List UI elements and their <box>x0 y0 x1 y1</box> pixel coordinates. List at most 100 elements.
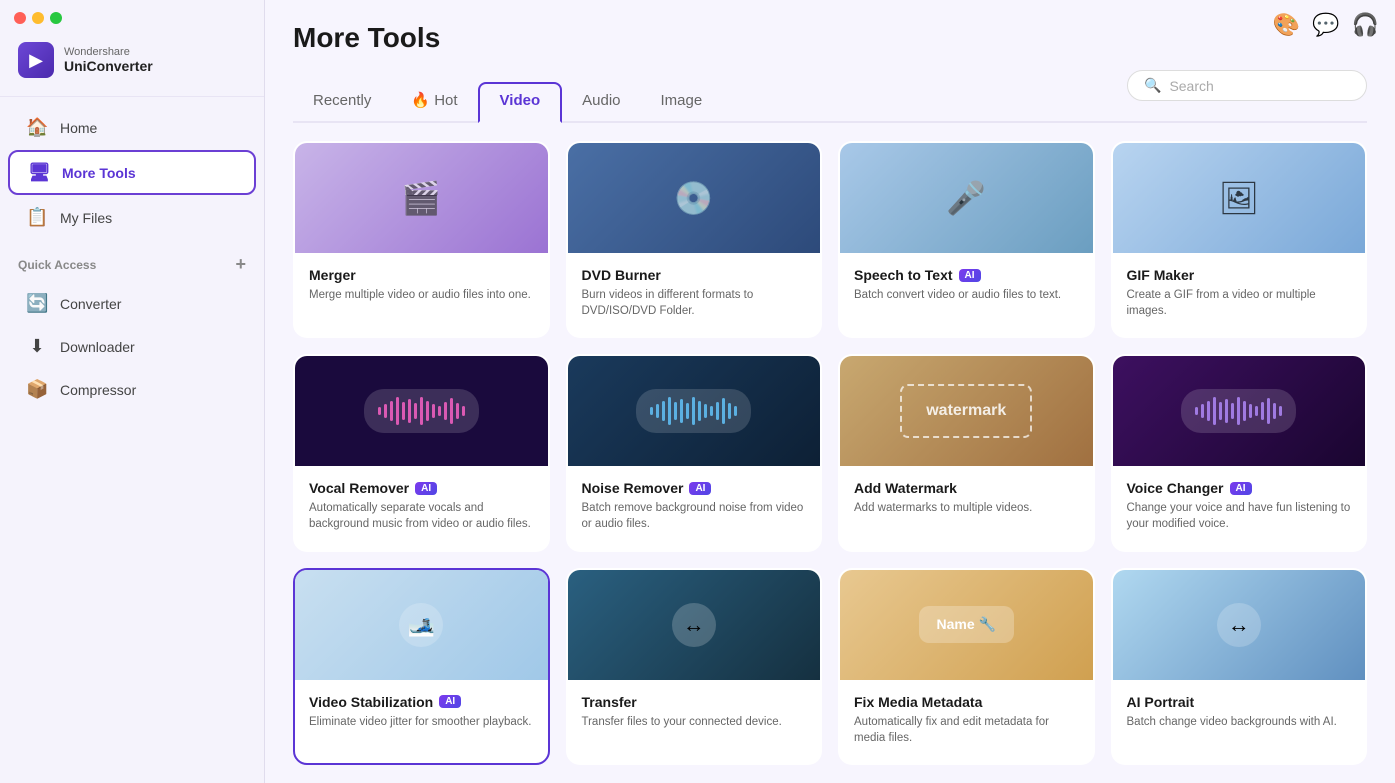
tab-hot[interactable]: 🔥 Hot <box>391 83 477 121</box>
tool-info: Speech to TextAI Batch convert video or … <box>840 253 1093 311</box>
quick-access-header: Quick Access + <box>0 240 264 281</box>
tool-card-speech-to-text[interactable]: 🎤 Speech to TextAI Batch convert video o… <box>838 141 1095 338</box>
quick-access-add-button[interactable]: + <box>235 254 246 275</box>
tab-image[interactable]: Image <box>641 84 723 121</box>
tool-desc: Automatically separate vocals and backgr… <box>309 500 534 532</box>
tool-card-merger[interactable]: 🎬 Merger Merge multiple video or audio f… <box>293 141 550 338</box>
tool-card-ai-portrait[interactable]: ↔ AI Portrait Batch change video backgro… <box>1111 568 1368 765</box>
tool-info: Add Watermark Add watermarks to multiple… <box>840 466 1093 524</box>
app-header: ▶ Wondershare UniConverter <box>0 24 264 97</box>
tool-card-video-stabilization[interactable]: 🎿 Video StabilizationAI Eliminate video … <box>293 568 550 765</box>
compressor-icon: 📦 <box>26 379 48 400</box>
tool-name: AI Portrait <box>1127 694 1352 710</box>
tool-name: Merger <box>309 267 534 283</box>
converter-icon: 🔄 <box>26 293 48 314</box>
sidebar-item-home[interactable]: 🏠 Home <box>8 107 256 148</box>
tool-desc: Merge multiple video or audio files into… <box>309 287 534 303</box>
tool-thumbnail: 🎤 <box>840 143 1093 253</box>
tab-audio[interactable]: Audio <box>562 84 640 121</box>
minimize-button[interactable] <box>32 12 44 24</box>
my-files-icon: 📋 <box>26 207 48 228</box>
tabs-area: Recently🔥 HotVideoAudioImage <box>293 82 1127 121</box>
search-bar[interactable]: 🔍 Search <box>1127 70 1367 101</box>
tool-card-voice-changer[interactable]: Voice ChangerAI Change your voice and ha… <box>1111 354 1368 551</box>
tool-info: Transfer Transfer files to your connecte… <box>568 680 821 738</box>
tool-thumbnail <box>295 356 548 466</box>
sidebar-item-my-files[interactable]: 📋 My Files <box>8 197 256 238</box>
tool-info: GIF Maker Create a GIF from a video or m… <box>1113 253 1366 327</box>
tool-thumbnail: 🎬 <box>295 143 548 253</box>
sidebar-nav: 🏠 Home🖥 More Tools📋 My Files <box>0 105 264 240</box>
sidebar-item-downloader[interactable]: ⬇ Downloader <box>8 326 256 367</box>
tool-thumbnail: 🖼 <box>1113 143 1366 253</box>
main-header: More Tools Recently🔥 HotVideoAudioImage … <box>265 0 1395 123</box>
tool-info: Noise RemoverAI Batch remove background … <box>568 466 821 540</box>
tool-info: Voice ChangerAI Change your voice and ha… <box>1113 466 1366 540</box>
tab-video[interactable]: Video <box>478 82 563 123</box>
chat-icon[interactable]: 💬 <box>1312 12 1339 38</box>
app-brand: Wondershare <box>64 46 153 58</box>
sidebar-item-label: More Tools <box>62 165 136 181</box>
sidebar-item-label: Downloader <box>60 339 135 355</box>
close-button[interactable] <box>14 12 26 24</box>
tool-info: AI Portrait Batch change video backgroun… <box>1113 680 1366 738</box>
ai-badge: AI <box>1230 482 1252 495</box>
ai-badge: AI <box>439 695 461 708</box>
tool-desc: Batch change video backgrounds with AI. <box>1127 714 1352 730</box>
headset-icon[interactable]: 🎧 <box>1352 12 1379 38</box>
tool-name: Voice ChangerAI <box>1127 480 1352 496</box>
sidebar-item-label: Converter <box>60 296 121 312</box>
maximize-button[interactable] <box>50 12 62 24</box>
sidebar-item-more-tools[interactable]: 🖥 More Tools <box>8 150 256 195</box>
search-area: 🔍 Search <box>1127 70 1367 121</box>
sidebar-item-label: Home <box>60 120 97 136</box>
tool-desc: Add watermarks to multiple videos. <box>854 500 1079 516</box>
tool-card-noise-remover[interactable]: Noise RemoverAI Batch remove background … <box>566 354 823 551</box>
app-name: UniConverter <box>64 58 153 75</box>
tool-card-fix-media-metadata[interactable]: Name 🔧 Fix Media Metadata Automatically … <box>838 568 1095 765</box>
tool-name: Speech to TextAI <box>854 267 1079 283</box>
sidebar-item-converter[interactable]: 🔄 Converter <box>8 283 256 324</box>
tool-name: Add Watermark <box>854 480 1079 496</box>
tool-desc: Batch convert video or audio files to te… <box>854 287 1079 303</box>
tool-desc: Change your voice and have fun listening… <box>1127 500 1352 532</box>
ai-badge: AI <box>959 269 981 282</box>
main-content: 🎨 💬 🎧 More Tools Recently🔥 HotVideoAudio… <box>265 0 1395 783</box>
tool-thumbnail <box>1113 356 1366 466</box>
tool-name: Noise RemoverAI <box>582 480 807 496</box>
app-icon: ▶ <box>18 42 54 78</box>
tool-desc: Create a GIF from a video or multiple im… <box>1127 287 1352 319</box>
tools-grid: 🎬 Merger Merge multiple video or audio f… <box>265 123 1395 783</box>
tool-desc: Transfer files to your connected device. <box>582 714 807 730</box>
home-icon: 🏠 <box>26 117 48 138</box>
traffic-lights <box>0 0 264 24</box>
tool-thumbnail: 🎿 <box>295 570 548 680</box>
more-tools-icon: 🖥 <box>28 162 50 183</box>
quick-access-nav: 🔄 Converter⬇ Downloader📦 Compressor <box>0 281 264 412</box>
tool-info: Fix Media Metadata Automatically fix and… <box>840 680 1093 754</box>
tool-name: Video StabilizationAI <box>309 694 534 710</box>
tool-name: GIF Maker <box>1127 267 1352 283</box>
tool-thumbnail: ↔ <box>568 570 821 680</box>
tool-thumbnail <box>568 356 821 466</box>
tool-card-vocal-remover[interactable]: Vocal RemoverAI Automatically separate v… <box>293 354 550 551</box>
ai-badge: AI <box>415 482 437 495</box>
sidebar: ▶ Wondershare UniConverter 🏠 Home🖥 More … <box>0 0 265 783</box>
tab-recently[interactable]: Recently <box>293 84 391 121</box>
tool-info: Vocal RemoverAI Automatically separate v… <box>295 466 548 540</box>
ai-badge: AI <box>689 482 711 495</box>
avatar-icon[interactable]: 🎨 <box>1273 12 1300 38</box>
tool-card-transfer[interactable]: ↔ Transfer Transfer files to your connec… <box>566 568 823 765</box>
tool-desc: Automatically fix and edit metadata for … <box>854 714 1079 746</box>
sidebar-item-compressor[interactable]: 📦 Compressor <box>8 369 256 410</box>
tool-card-dvd-burner[interactable]: 💿 DVD Burner Burn videos in different fo… <box>566 141 823 338</box>
downloader-icon: ⬇ <box>26 336 48 357</box>
tool-name: DVD Burner <box>582 267 807 283</box>
tool-info: Video StabilizationAI Eliminate video ji… <box>295 680 548 738</box>
tool-desc: Batch remove background noise from video… <box>582 500 807 532</box>
tool-name: Fix Media Metadata <box>854 694 1079 710</box>
page-title: More Tools <box>293 22 1367 54</box>
tool-card-add-watermark[interactable]: watermark Add Watermark Add watermarks t… <box>838 354 1095 551</box>
sidebar-item-label: My Files <box>60 210 112 226</box>
tool-card-gif-maker[interactable]: 🖼 GIF Maker Create a GIF from a video or… <box>1111 141 1368 338</box>
